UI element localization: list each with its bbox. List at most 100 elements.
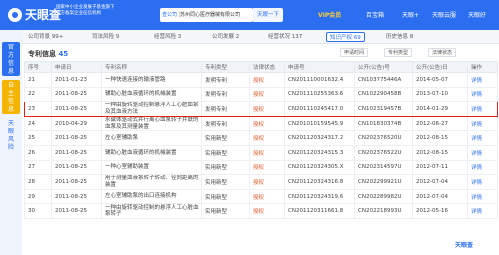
col-action: 操作: [467, 61, 498, 73]
tab-label: 知识产权: [330, 35, 353, 41]
filter-apply-date[interactable]: 申请时间: [340, 48, 369, 57]
cell-pub-date: 2013-07-10: [412, 86, 468, 103]
cell-patent-type: 发明专利: [201, 115, 250, 132]
detail-link[interactable]: 详情: [467, 115, 498, 132]
cell-index: 25: [24, 130, 52, 146]
detail-link[interactable]: 详情: [467, 188, 498, 205]
detail-link[interactable]: 详情: [467, 203, 498, 219]
table-row: 29 2011-08-25 左心室辅助泵的出口连接机构 实用新型 授权 CN2011203…: [24, 188, 498, 205]
cell-apply-number: CN201120324315.3: [284, 144, 355, 161]
cell-patent-name[interactable]: 一种由旋转驱动控制悬浮人工心脏血泵及其血液方法: [101, 101, 202, 117]
cell-index: 28: [24, 174, 52, 190]
detail-link[interactable]: 详情: [467, 159, 498, 176]
cell-patent-name[interactable]: 辅助心脏血液循环的机械装置: [101, 86, 202, 103]
section-count: 45: [58, 50, 69, 58]
table-row: 28 2011-08-25 用于测量血液泵转子转动、径向距离的装置 实用新型 授权 CN2…: [24, 174, 498, 190]
search-input[interactable]: 苏州同心医疗器械有限公司: [180, 11, 240, 18]
detail-link[interactable]: 详情: [467, 144, 498, 161]
cell-apply-number: CN201120324317.2: [284, 130, 355, 146]
cell-patent-name[interactable]: 左心室辅助泵的出口连接机构: [101, 188, 202, 205]
cell-legal-status: 授权: [249, 72, 285, 88]
tab-count: 3: [177, 34, 182, 40]
cell-apply-date: 2011-08-25: [51, 188, 102, 205]
cell-legal-status: 授权: [249, 130, 285, 146]
cell-pub-number: CN202218993U: [354, 203, 413, 219]
detail-link[interactable]: 详情: [467, 101, 498, 117]
cell-pub-number: CN202289982U: [354, 188, 413, 205]
cell-legal-status: 授权: [249, 159, 285, 176]
cell-legal-status: 授权: [249, 101, 285, 117]
detail-link[interactable]: 详情: [467, 86, 498, 103]
cell-apply-date: 2011-08-25: [51, 130, 102, 146]
tab-operation-status[interactable]: 经营状况 137: [268, 32, 302, 42]
cell-pub-date: 2012-05-16: [412, 203, 468, 219]
col-pub-date[interactable]: 公开(公告)日: [412, 61, 468, 73]
nav-toolbox[interactable]: 百宝箱: [366, 10, 384, 19]
tab-count: 137: [291, 34, 303, 40]
tab-label: 经营状况: [268, 34, 291, 40]
slogan: 国家中小企业发展子基金旗下 官方备案企业征信机构: [56, 5, 115, 16]
nav-cloud[interactable]: 天眼云服: [432, 10, 456, 19]
cell-patent-name[interactable]: 一种快速连接的输液管路: [101, 72, 202, 88]
cell-patent-type: 实用新型: [201, 159, 250, 176]
col-legal-status[interactable]: 法律状态: [249, 61, 285, 73]
col-patent-type[interactable]: 专利类型: [201, 61, 250, 73]
nav-user[interactable]: 天眼好: [468, 10, 486, 19]
cell-patent-type: 实用新型: [201, 188, 250, 205]
search-button[interactable]: 天眼一下: [253, 8, 283, 22]
cell-pub-date: 2014-01-29: [412, 101, 468, 117]
tab-company-background[interactable]: 公司背景 99+: [28, 32, 63, 42]
tab-company-development[interactable]: 公司发展 2: [212, 32, 239, 42]
logo[interactable]: 天眼查: [8, 6, 61, 23]
sidebar-tab-official[interactable]: 官方信息: [2, 42, 20, 76]
nav-vip[interactable]: VIP会员: [318, 10, 341, 19]
sidebar: 官方信息 自主信息 天眼风险: [0, 30, 22, 255]
sidebar-tab-risk[interactable]: 天眼风险: [2, 118, 20, 152]
cell-patent-type: 发明专利: [201, 86, 250, 103]
cell-pub-number: CN102290458B: [354, 86, 413, 103]
tab-history[interactable]: 历史信息 8: [386, 32, 413, 42]
tab-judicial-risk[interactable]: 司法风险 9: [92, 32, 119, 42]
cell-patent-name[interactable]: 左心室辅助泵: [101, 130, 202, 146]
cell-apply-date: 2011-08-25: [51, 174, 102, 190]
sidebar-tab-label: 官方信息: [7, 44, 14, 75]
filter-patent-type[interactable]: 专利类型: [384, 48, 413, 57]
cell-pub-number: CN103775446A: [354, 72, 413, 88]
filter-legal-status[interactable]: 法律状态: [428, 48, 457, 57]
cell-apply-number: CN201010159545.9: [284, 115, 355, 132]
cell-patent-name[interactable]: 永磁体驱动式并行离心血泵转子并联的血泵及其测量装置: [101, 115, 202, 132]
tab-operation-risk[interactable]: 经营风险 3: [154, 32, 181, 42]
cell-pub-number: CN202376520U: [354, 130, 413, 146]
cell-apply-date: 2011-08-25: [51, 101, 102, 117]
cell-apply-number: CN201110001632.4: [284, 72, 355, 88]
sidebar-tab-self[interactable]: 自主信息: [2, 80, 20, 114]
cell-apply-number: CN201120311661.8: [284, 203, 355, 219]
col-patent-name[interactable]: 专利名称: [101, 61, 202, 73]
cell-legal-status: 授权: [249, 115, 285, 132]
search-scope[interactable]: 查公司: [162, 11, 181, 18]
cell-patent-name[interactable]: 一种由旋转驱动控制的悬浮人工心脏血泵转子: [101, 203, 202, 219]
tab-count: 9: [115, 34, 120, 40]
col-apply-date[interactable]: 申请日: [51, 61, 102, 73]
col-index[interactable]: 序号: [24, 61, 52, 73]
search-box[interactable]: 查公司 苏州同心医疗器械有限公司: [160, 8, 253, 22]
tab-count: 69: [353, 35, 361, 41]
col-apply-number[interactable]: 申请号: [284, 61, 355, 73]
cell-index: 21: [24, 72, 52, 88]
cell-index: 26: [24, 144, 52, 161]
tab-intellectual-property[interactable]: 知识产权 69: [326, 32, 365, 42]
cell-index: 30: [24, 203, 52, 219]
cell-pub-date: 2012-07-11: [412, 159, 468, 176]
col-pub-number[interactable]: 公开(公告)号: [354, 61, 413, 73]
cell-patent-name[interactable]: 一种心室辅助装置: [101, 159, 202, 176]
cell-apply-number: CN201110255363.6: [284, 86, 355, 103]
table-row: 21 2011-01-23 一种快速连接的输液管路 发明专利 授权 CN201110001…: [24, 72, 498, 88]
detail-link[interactable]: 详情: [467, 130, 498, 146]
cell-patent-name[interactable]: 辅助心脏血液循环的机械装置: [101, 144, 202, 161]
cell-apply-number: CN201120324305.X: [284, 159, 355, 176]
detail-link[interactable]: 详情: [467, 72, 498, 88]
detail-link[interactable]: 详情: [467, 174, 498, 190]
cell-pub-number: CN101830374B: [354, 115, 413, 132]
nav-tianyan-plus[interactable]: 天眼+: [402, 10, 419, 19]
cell-patent-name[interactable]: 用于测量血液泵转子转动、径向距离的装置: [101, 174, 202, 190]
